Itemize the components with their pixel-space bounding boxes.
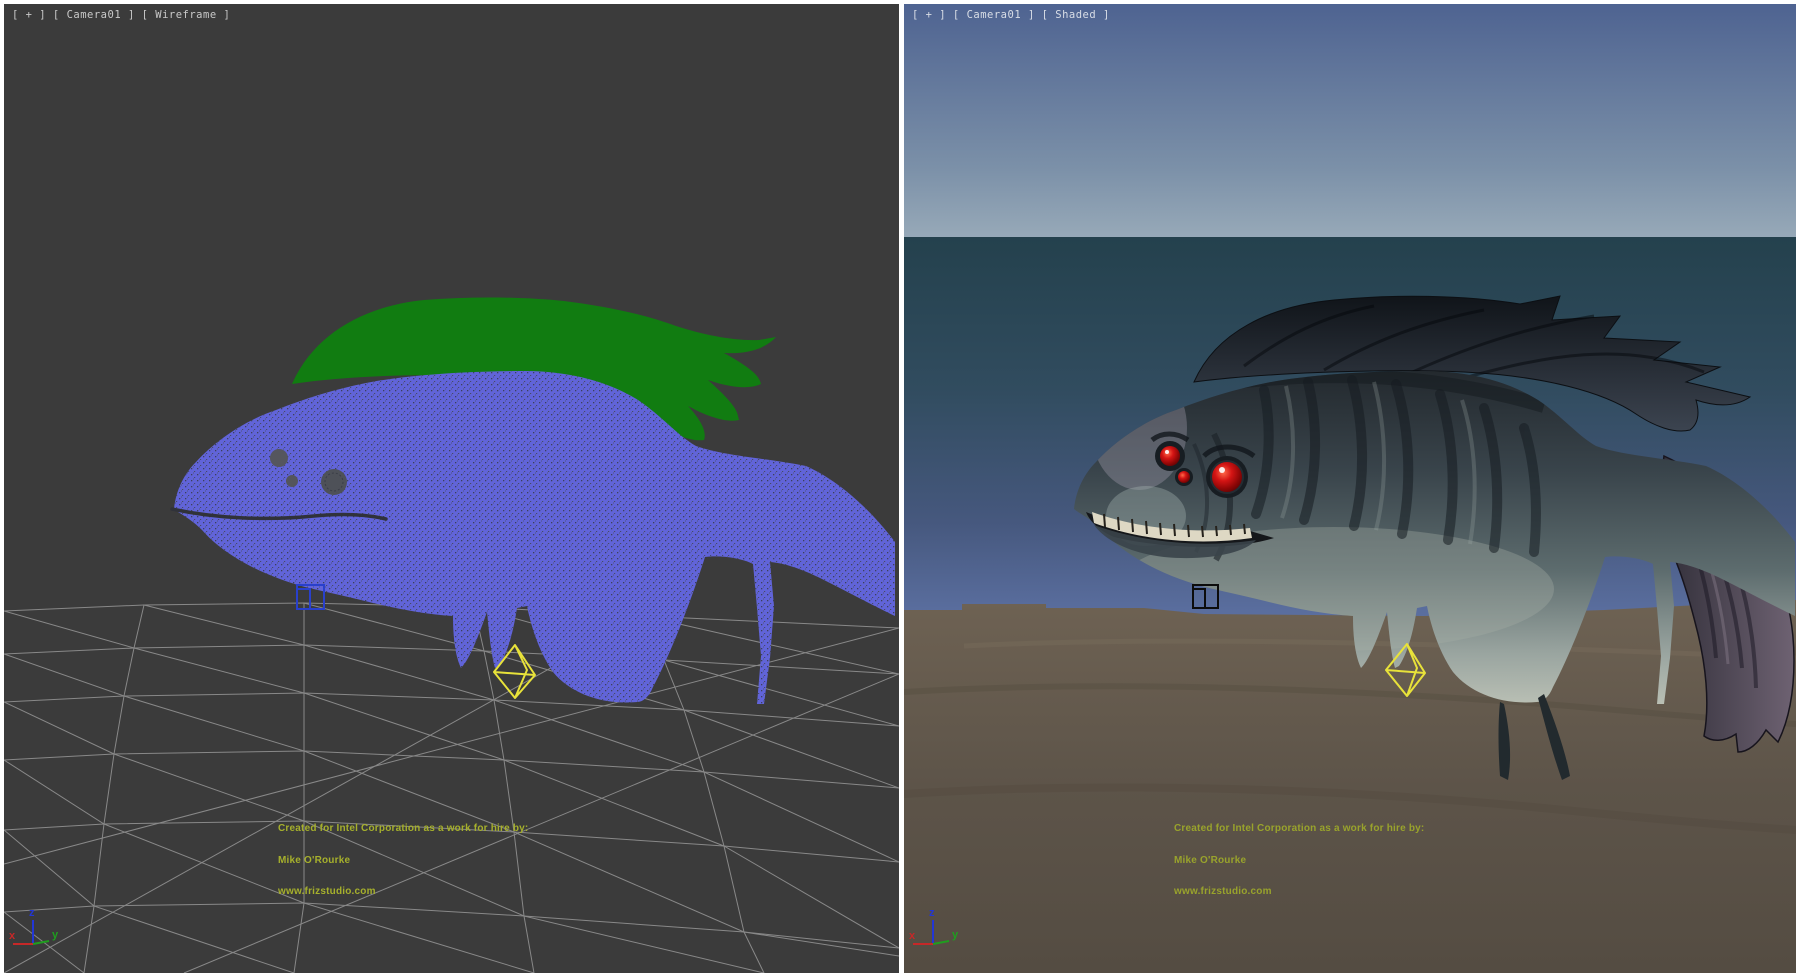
eye-red-large [1212, 462, 1242, 492]
wireframe-scene: z x y [4, 4, 899, 973]
tooth-gap [1174, 524, 1175, 536]
tooth-gap [1188, 525, 1189, 537]
axis-x-label: x [9, 930, 16, 942]
viewport-shaded[interactable]: z x y [ + ] [ Camera01 ] [ Shaded ] Crea… [904, 4, 1796, 973]
tooth-gap [1160, 523, 1161, 535]
eye-specular [1219, 467, 1225, 473]
tooth-gap [1104, 514, 1105, 527]
tooth-gap [1146, 521, 1147, 534]
shaded-scene: z x y [904, 4, 1796, 973]
tooth-gap [1118, 517, 1119, 530]
viewport-wireframe[interactable]: z x y [ + ] [ Camera01 ] [ Wireframe ] C… [4, 4, 899, 973]
tooth-gap [1244, 524, 1245, 534]
eye-red [1178, 471, 1190, 483]
tooth-gap [1132, 519, 1133, 532]
axis-z-label: z [29, 907, 35, 919]
viewport-label-wireframe[interactable]: [ + ] [ Camera01 ] [ Wireframe ] [12, 9, 230, 21]
eye-wireframe [286, 475, 298, 487]
tooth-gap [1202, 526, 1203, 537]
eye-red [1160, 446, 1180, 466]
dual-viewport-screenshot: z x y [ + ] [ Camera01 ] [ Wireframe ] C… [0, 0, 1800, 978]
tooth-gap [1216, 526, 1217, 536]
axis-y-label: y [52, 929, 59, 941]
axis-y-label: y [952, 929, 959, 941]
eye-wireframe [270, 449, 288, 467]
eye-specular [1165, 450, 1169, 454]
axis-x-label: x [909, 930, 916, 942]
sky [904, 4, 1796, 237]
tooth-gap [1230, 525, 1231, 535]
viewport-label-shaded[interactable]: [ + ] [ Camera01 ] [ Shaded ] [912, 9, 1110, 21]
axis-z-label: z [929, 907, 935, 919]
